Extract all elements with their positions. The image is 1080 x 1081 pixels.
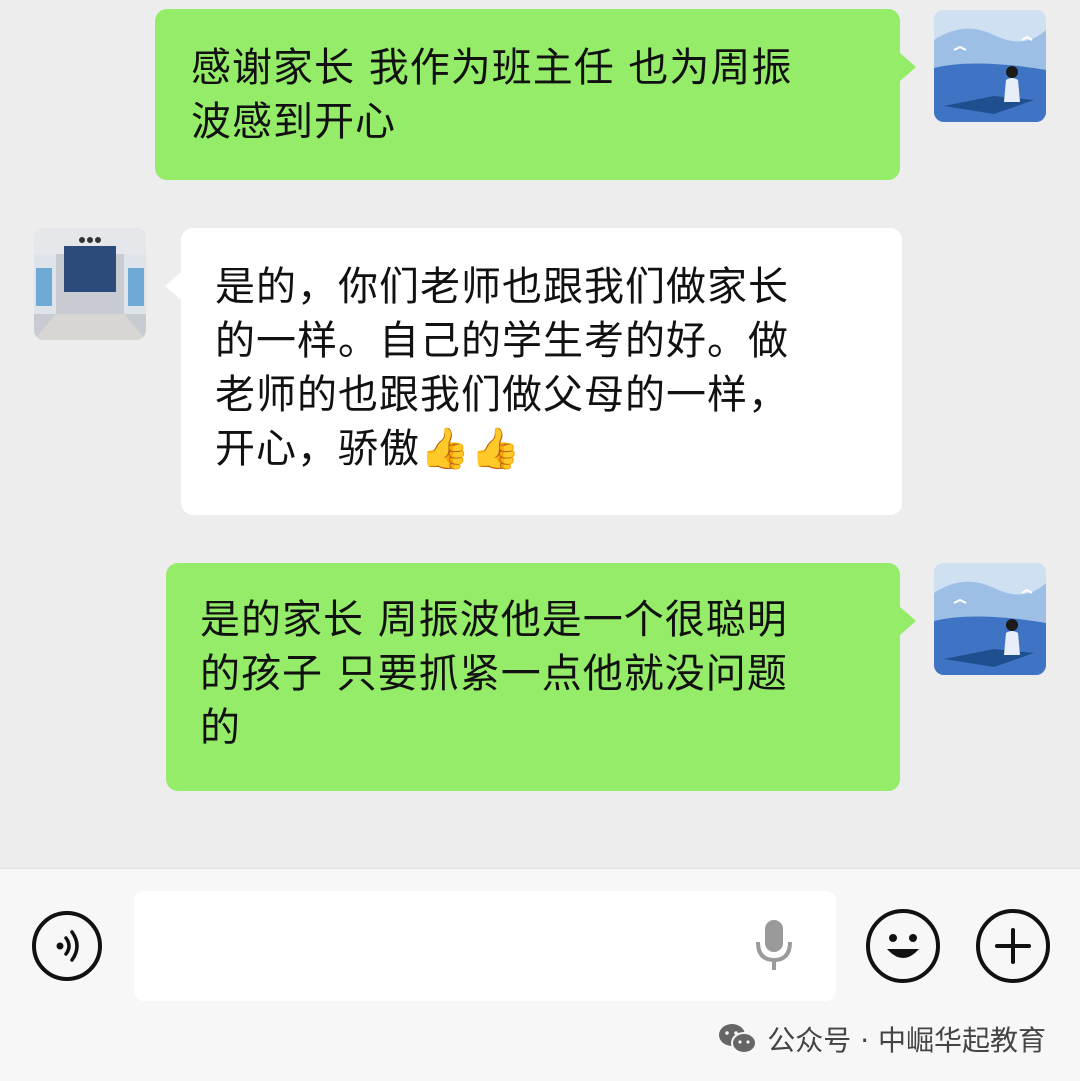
bubble-tail bbox=[165, 272, 181, 300]
thumbs-up-emoji: 👍👍 bbox=[420, 426, 522, 472]
outgoing-avatar[interactable] bbox=[934, 10, 1046, 122]
voice-icon bbox=[56, 930, 79, 962]
message-text-line: 老师的也跟我们做父母的一样， bbox=[215, 372, 789, 418]
microphone-icon[interactable] bbox=[752, 916, 796, 976]
bubble-tail bbox=[900, 53, 916, 81]
message-text-line: 的一样。自己的学生考的好。做 bbox=[215, 318, 789, 364]
plus-icon bbox=[995, 928, 1031, 964]
watermark-text: 公众号 · 中崛华起教育 bbox=[767, 1024, 1046, 1057]
message-input[interactable] bbox=[134, 891, 836, 1001]
message-text-line: 开心，骄傲👍👍 bbox=[215, 422, 882, 476]
bubble-tail bbox=[900, 607, 916, 635]
message-text-line: 的孩子 只要抓紧一点他就没问题 bbox=[200, 651, 788, 697]
message-text-line: 感谢家长 我作为班主任 也为周振 bbox=[191, 45, 793, 91]
outgoing-avatar[interactable] bbox=[934, 563, 1046, 675]
message-bubble-incoming[interactable]: 是的，你们老师也跟我们做家长 的一样。自己的学生考的好。做 老师的也跟我们做父母… bbox=[165, 228, 902, 515]
incoming-avatar[interactable] bbox=[34, 228, 146, 340]
emoji-icon bbox=[887, 934, 919, 958]
message-text-line: 的 bbox=[200, 705, 241, 751]
message-bubble-outgoing[interactable]: 是的家长 周振波他是一个很聪明 的孩子 只要抓紧一点他就没问题 的 bbox=[166, 563, 916, 791]
voice-button[interactable] bbox=[32, 911, 102, 981]
emoji-button[interactable] bbox=[866, 909, 940, 983]
message-text-line: 波感到开心 bbox=[191, 99, 396, 145]
message-bubble-outgoing[interactable]: 感谢家长 我作为班主任 也为周振 波感到开心 bbox=[155, 9, 916, 180]
plus-button[interactable] bbox=[976, 909, 1050, 983]
input-bar: 公众号 · 中崛华起教育 bbox=[0, 868, 1080, 1081]
chat-area[interactable]: 感谢家长 我作为班主任 也为周振 波感到开心 是的，你们老师也跟我们做家长 的一… bbox=[0, 0, 1080, 868]
wechat-icon bbox=[719, 1024, 758, 1054]
message-text-line: 是的家长 周振波他是一个很聪明 bbox=[200, 597, 788, 643]
message-text-line: 是的，你们老师也跟我们做家长 bbox=[215, 264, 789, 310]
watermark: 公众号 · 中崛华起教育 bbox=[717, 1017, 1046, 1061]
message-text: 开心，骄傲 bbox=[215, 426, 420, 472]
